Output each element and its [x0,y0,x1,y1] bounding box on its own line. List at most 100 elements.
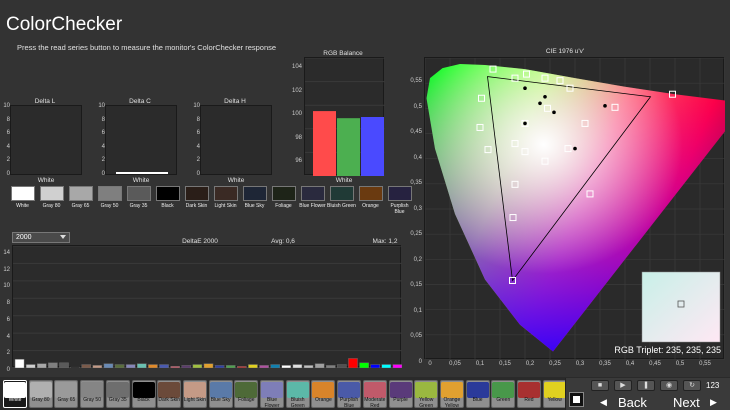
patch-item[interactable]: Purple [388,380,413,408]
delta-c-tick: 2 [101,157,105,163]
patch-swatch [286,382,309,398]
delta-l-chart [10,105,82,175]
deltae-tick: 8 [6,300,10,307]
patch-item[interactable]: Gray 65 [54,380,79,408]
patch-label: Bluish Green [290,397,305,409]
patch-label: Gray 50 [83,397,101,403]
swatch-label: Gray 65 [71,203,90,209]
deltae-chart [12,245,403,369]
swatch-label: Gray 80 [42,203,61,209]
swatch-item[interactable]: Blue Flower [298,186,327,209]
patch-label: Purplish Blue [340,397,359,409]
cie-y-tick: 0,4 [413,154,422,161]
deltae-bar [25,364,36,369]
play-button[interactable]: ▶ [614,380,632,391]
back-button[interactable]: Back [618,395,647,410]
cie-title: CIE 1976 u'v' [545,48,585,55]
swatch-color [97,186,122,201]
swatch-label: Dark Skin [185,203,208,209]
delta-c-title: Delta C [129,98,151,105]
swatch-label: White [16,203,29,209]
swatch-label: Gray 35 [129,203,148,209]
patch-item[interactable]: Bluish Green [285,380,310,409]
rgb-balance-title: RGB Balance [323,50,363,57]
patch-item[interactable]: White [3,380,27,408]
patch-label: Blue Flower [264,397,280,409]
deltae-bar [225,365,236,369]
swatch-item[interactable]: Gray 65 [66,186,95,209]
deltae-bar [92,365,103,369]
deltae-select[interactable]: 2000 [12,232,70,243]
swatch-item[interactable]: Gray 80 [37,186,66,209]
delta-l-tick: 0 [6,170,10,177]
swatch-color [242,186,267,201]
swatch-color [300,186,325,201]
deltae-bar [70,366,80,369]
patch-item[interactable]: Gray 35 [105,380,130,408]
patch-item[interactable]: Black [131,380,156,408]
patch-item[interactable]: Red [517,380,541,408]
patch-label: Yellow Green [419,397,434,409]
eye-button[interactable]: ◉ [660,380,678,391]
patch-item[interactable]: Light Skin [182,380,207,408]
swatch-item[interactable]: Light Skin [211,186,240,209]
patch-item[interactable]: Green [491,380,516,408]
deltae-bar [181,365,192,369]
swatch-item[interactable]: Foliage [269,186,298,209]
patch-item[interactable]: Purplish Blue [337,380,362,409]
patch-item[interactable]: Yellow [542,380,567,408]
patch-label: Gray 65 [57,397,76,403]
swatch-color [387,186,412,201]
swatch-item[interactable]: Blue Sky [240,186,269,209]
deltae-bar [36,363,47,369]
swatch-item[interactable]: Orange [356,186,385,209]
patch-label: Moderate Red [364,397,386,409]
next-arrow-icon: ▶ [710,397,717,407]
patch-item[interactable]: Moderate Red [362,380,387,409]
patch-swatch [440,382,463,398]
swatch-item[interactable]: Gray 35 [124,186,153,209]
patch-item[interactable]: Orange Yellow [439,380,464,408]
deltae-bar [292,364,303,369]
delta-c-tick: 4 [101,143,105,150]
delta-h-title: Delta H [224,98,246,105]
next-button[interactable]: Next [673,395,700,410]
swatch-item[interactable]: Black [153,186,182,209]
swatch-label: Light Skin [214,203,237,209]
patch-label: Green [496,397,511,403]
patch-swatch [518,382,540,398]
deltae-bar [192,364,203,369]
patch-item[interactable]: Blue [465,380,490,408]
swatch-item[interactable]: Gray 50 [95,186,124,209]
patch-item[interactable]: Gray 80 [28,380,53,408]
play-loop-button[interactable]: ■ [591,380,609,391]
swatch-color [126,186,151,201]
refresh-button[interactable]: ↻ [683,380,701,391]
stop-icon [573,396,580,403]
swatch-color [271,186,296,201]
delta-l-title: Delta L [34,98,56,105]
cie-y-tick: 0,15 [410,282,422,288]
cie-x-tick: 0,35 [599,361,611,367]
patch-item[interactable]: Foliage [234,380,259,408]
patch-item[interactable]: Orange [311,380,336,408]
swatch-color [184,186,209,201]
swatch-item[interactable]: Bluish Green [327,186,356,209]
patch-item[interactable]: Blue Sky [208,380,233,408]
delta-l-tick: 2 [6,157,10,163]
pause-button[interactable]: ❚ [637,380,655,391]
cie-x-tick: 0,15 [499,361,511,367]
patch-item[interactable]: Blue Flower [260,380,284,408]
swatch-item[interactable]: White [8,186,37,209]
cie-x-tick: 0,1 [475,361,485,367]
deltae-bar [237,366,247,369]
stop-button[interactable] [569,392,584,407]
patch-item[interactable]: Gray 50 [80,380,105,408]
patch-item[interactable]: Yellow Green [414,380,439,409]
delta-c-bar [116,172,168,174]
patch-item[interactable]: Dark Skin [157,380,182,408]
cie-y-tick: 0,35 [410,180,422,186]
swatch-item[interactable]: Dark Skin [182,186,211,209]
delta-h-tick: 4 [196,143,200,150]
cie-y-tick: 0,25 [410,231,422,237]
